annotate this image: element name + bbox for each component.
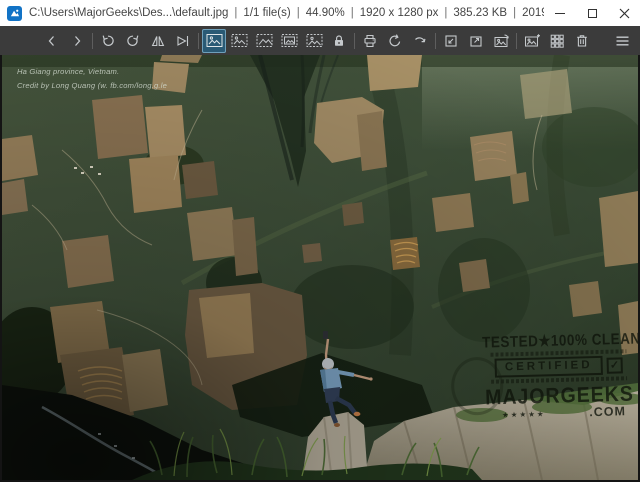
rotate-left-button[interactable] bbox=[96, 29, 120, 53]
refresh-button[interactable] bbox=[383, 29, 407, 53]
title-separator: | bbox=[512, 7, 517, 19]
print-icon bbox=[362, 33, 378, 49]
maximize-icon bbox=[588, 9, 597, 18]
next-image-button[interactable] bbox=[65, 29, 89, 53]
imageglass-window: C:\Users\MajorGeeks\Des...\default.jpg |… bbox=[0, 0, 640, 482]
stamp-certified-row: CERTIFIED ✓ bbox=[483, 355, 635, 378]
stamp-brand: MAJORGEEKS bbox=[483, 382, 636, 411]
auto-zoom-button[interactable] bbox=[202, 29, 226, 53]
title-separator: | bbox=[296, 7, 301, 19]
toolbar-separator bbox=[198, 33, 199, 49]
imageglass-app-icon bbox=[7, 6, 22, 21]
rotate-left-icon bbox=[100, 33, 116, 49]
previous-image-button[interactable] bbox=[40, 29, 64, 53]
goto-page-button[interactable] bbox=[408, 29, 432, 53]
hamburger-menu-icon bbox=[614, 33, 631, 49]
fullscreen-icon bbox=[468, 33, 484, 49]
title-file-size: 385.23 KB bbox=[453, 7, 507, 19]
chevron-right-icon bbox=[69, 33, 85, 49]
window-fit-icon bbox=[443, 33, 459, 49]
curved-arrow-icon bbox=[412, 33, 428, 49]
fullscreen-button[interactable] bbox=[464, 29, 488, 53]
main-menu-button[interactable] bbox=[610, 29, 634, 53]
close-button[interactable] bbox=[608, 0, 640, 26]
titlebar: C:\Users\MajorGeeks\Des...\default.jpg |… bbox=[0, 0, 640, 26]
title-separator: | bbox=[350, 7, 355, 19]
thumbnail-grid-button[interactable] bbox=[545, 29, 569, 53]
convert-image-button[interactable] bbox=[520, 29, 544, 53]
majorgeeks-watermark: TESTED★100% CLEAN CERTIFIED ✓ MAJORGEEKS… bbox=[482, 331, 636, 422]
flip-horizontal-button[interactable] bbox=[146, 29, 170, 53]
scale-to-height-icon bbox=[256, 33, 273, 48]
title-separator: | bbox=[233, 7, 238, 19]
scale-to-width-icon bbox=[231, 33, 248, 48]
flip-horizontal-icon bbox=[150, 33, 166, 49]
grid-icon bbox=[549, 33, 565, 49]
trash-icon bbox=[574, 33, 590, 49]
scale-to-fill-button[interactable] bbox=[302, 29, 326, 53]
lock-icon bbox=[331, 33, 347, 49]
credit-author: Credit by Long Quang (w. fb.com/long.g.l… bbox=[17, 79, 167, 93]
rotate-right-icon bbox=[125, 33, 141, 49]
slideshow-button[interactable] bbox=[489, 29, 513, 53]
title-zoom-level: 44.90% bbox=[306, 7, 345, 19]
image-convert-icon bbox=[524, 33, 541, 49]
maximize-button[interactable] bbox=[576, 0, 608, 26]
title-timestamp: 2019/12/29 11:35:02 bbox=[522, 7, 544, 19]
scale-to-fit-button[interactable] bbox=[277, 29, 301, 53]
print-button[interactable] bbox=[358, 29, 382, 53]
refresh-icon bbox=[387, 33, 403, 49]
toolbar-separator bbox=[516, 33, 517, 49]
toolbar-separator bbox=[92, 33, 93, 49]
image-canvas[interactable]: Ha Giang province, Vietnam. Credit by Lo… bbox=[2, 55, 638, 480]
minimize-icon bbox=[555, 13, 565, 14]
window-title: C:\Users\MajorGeeks\Des...\default.jpg |… bbox=[29, 7, 544, 19]
chevron-left-icon bbox=[44, 33, 60, 49]
minimize-button[interactable] bbox=[544, 0, 576, 26]
lock-zoom-button[interactable] bbox=[327, 29, 351, 53]
title-dimensions: 1920 x 1280 px bbox=[360, 7, 439, 19]
scale-to-height-button[interactable] bbox=[252, 29, 276, 53]
flip-vertical-button[interactable] bbox=[171, 29, 195, 53]
auto-zoom-icon bbox=[206, 33, 223, 48]
stamp-check-icon: ✓ bbox=[606, 357, 622, 373]
flip-vertical-icon bbox=[175, 33, 191, 49]
scale-to-fill-icon bbox=[306, 33, 323, 48]
rotate-right-button[interactable] bbox=[121, 29, 145, 53]
stamp-certified-label: CERTIFIED bbox=[495, 356, 603, 378]
toolbar-separator bbox=[435, 33, 436, 49]
scale-to-width-button[interactable] bbox=[227, 29, 251, 53]
title-file-count: 1/1 file(s) bbox=[243, 7, 290, 19]
main-toolbar bbox=[0, 26, 640, 55]
title-file-path: C:\Users\MajorGeeks\Des...\default.jpg bbox=[29, 7, 228, 19]
title-separator: | bbox=[443, 7, 448, 19]
slideshow-icon bbox=[493, 33, 510, 49]
photo-area: Ha Giang province, Vietnam. Credit by Lo… bbox=[0, 55, 640, 482]
credit-location: Ha Giang province, Vietnam. bbox=[17, 65, 167, 79]
delete-button[interactable] bbox=[570, 29, 594, 53]
toolbar-separator bbox=[354, 33, 355, 49]
window-controls bbox=[544, 0, 640, 26]
close-icon bbox=[619, 8, 630, 19]
scale-to-fit-icon bbox=[281, 33, 298, 48]
photo-credit: Ha Giang province, Vietnam. Credit by Lo… bbox=[17, 65, 167, 92]
window-fit-button[interactable] bbox=[439, 29, 463, 53]
